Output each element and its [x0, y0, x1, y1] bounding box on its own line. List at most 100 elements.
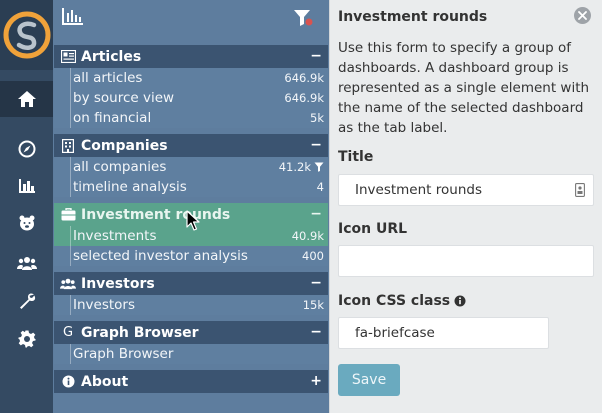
icon-css-class-label: Icon CSS class [338, 293, 466, 309]
compass-icon [18, 140, 35, 158]
dashboard-nav-panel: Articles − all articles 646.9k by source… [53, 0, 329, 413]
item-label: timeline analysis [73, 179, 187, 195]
home-button[interactable] [0, 81, 53, 117]
logo-icon [3, 11, 51, 59]
item-label: Investors [73, 297, 136, 313]
section-header-investors[interactable]: Investors − [54, 272, 328, 295]
discover-button[interactable] [0, 131, 53, 167]
section-header-about[interactable]: About + [54, 370, 328, 393]
dashboard-chart-icon[interactable] [61, 7, 85, 27]
info-circle-icon [60, 374, 76, 390]
gear-icon [18, 330, 35, 348]
section-title: Companies [81, 137, 168, 154]
section-header-companies[interactable]: Companies − [54, 134, 328, 157]
section-header-articles[interactable]: Articles − [54, 45, 328, 68]
dashboard-group-form: Investment rounds Use this form to speci… [329, 0, 602, 413]
item-label: all articles [73, 70, 143, 86]
management-button[interactable] [0, 283, 53, 319]
visualize-button[interactable] [0, 168, 53, 204]
item-count: 40.9k [291, 229, 324, 243]
wrench-icon [19, 293, 35, 309]
nav-item-investors[interactable]: Investors 15k [70, 295, 328, 315]
item-count: 646.9k [284, 91, 324, 105]
icon-url-label: Icon URL [338, 221, 407, 237]
section-title: Articles [81, 48, 142, 65]
nav-item-all-articles[interactable]: all articles 646.9k [70, 68, 328, 88]
nav-item-all-companies[interactable]: all companies 41.2k [70, 157, 328, 177]
save-button[interactable]: Save [338, 364, 400, 396]
section-title: Investment rounds [81, 206, 231, 223]
collapse-toggle[interactable]: − [310, 321, 322, 344]
building-icon [60, 138, 76, 154]
item-label: Investments [73, 228, 157, 244]
briefcase-icon [60, 207, 76, 223]
form-description: Use this form to specify a group of dash… [338, 40, 590, 136]
collapse-toggle[interactable]: − [310, 45, 322, 68]
nav-item-timeline-analysis[interactable]: timeline analysis 4 [70, 177, 328, 197]
collapse-toggle[interactable]: − [310, 203, 322, 226]
section-items: Graph Browser [54, 344, 328, 364]
title-input[interactable]: Investment rounds [338, 174, 594, 206]
nav-section-graph-browser: G Graph Browser − Graph Browser [54, 321, 328, 364]
bear-icon [19, 215, 34, 231]
users-icon [60, 276, 76, 292]
item-label: on financial [73, 110, 152, 126]
section-items: all companies 41.2k timeline analysis 4 [54, 157, 328, 197]
item-count: 400 [302, 249, 324, 263]
section-items: selected investor analysis 400 [54, 246, 328, 266]
left-rail [0, 0, 53, 413]
nav-item-graph-browser[interactable]: Graph Browser [70, 344, 328, 364]
nav-section-investors: Investors − Investors 15k [54, 272, 328, 315]
app-logo[interactable] [0, 0, 53, 70]
section-title: About [81, 373, 129, 390]
newspaper-icon [60, 49, 76, 65]
icon-css-class-input[interactable]: fa-briefcase [338, 317, 549, 349]
item-label: Graph Browser [73, 346, 174, 362]
section-items: Investors 15k [54, 295, 328, 315]
icon-url-input[interactable] [338, 245, 594, 277]
access-control-button[interactable] [0, 245, 53, 281]
expand-toggle[interactable]: + [310, 370, 322, 393]
section-items: all articles 646.9k by source view 646.9… [54, 68, 328, 128]
nav-section-about: About + [54, 370, 328, 393]
item-count: 4 [316, 180, 324, 194]
timelion-button[interactable] [0, 205, 53, 241]
item-count: 646.9k [284, 71, 324, 85]
item-count: 41.2k [278, 160, 311, 174]
mouse-cursor-icon [186, 210, 200, 231]
filter-icon[interactable] [293, 9, 313, 27]
section-header-graph-browser[interactable]: G Graph Browser − [54, 321, 328, 344]
nav-item-on-financial[interactable]: on financial 5k [70, 108, 328, 128]
icon-css-class-input-value: fa-briefcase [355, 325, 435, 341]
section-title: Investors [81, 275, 155, 292]
bar-chart-icon [18, 179, 35, 193]
nav-section-companies: Companies − all companies 41.2k timeline… [54, 134, 328, 197]
collapse-toggle[interactable]: − [310, 134, 322, 157]
form-title: Investment rounds [338, 9, 488, 25]
item-label: all companies [73, 159, 167, 175]
item-label: by source view [73, 90, 175, 106]
title-label-text: Title [338, 149, 374, 165]
item-count: 5k [310, 111, 324, 125]
id-card-icon [575, 183, 585, 197]
nav-item-by-source-view[interactable]: by source view 646.9k [70, 88, 328, 108]
letter-g-icon: G [62, 325, 74, 340]
nav-section-articles: Articles − all articles 646.9k by source… [54, 45, 328, 128]
item-count-with-filter: 41.2k [279, 160, 324, 174]
close-icon [578, 11, 587, 20]
nav-item-selected-investor-analysis[interactable]: selected investor analysis 400 [70, 246, 328, 266]
filter-icon [314, 162, 324, 172]
title-input-value: Investment rounds [355, 182, 482, 198]
item-count: 15k [302, 298, 324, 312]
close-button[interactable] [574, 7, 591, 24]
home-icon [17, 91, 36, 107]
settings-button[interactable] [0, 321, 53, 357]
users-icon [16, 257, 37, 270]
item-label: selected investor analysis [73, 248, 248, 264]
icon-url-label-text: Icon URL [338, 221, 408, 237]
info-circle-icon[interactable] [454, 295, 466, 307]
collapse-toggle[interactable]: − [310, 272, 322, 295]
icon-css-class-label-text: Icon CSS class [338, 293, 451, 309]
title-label: Title [338, 149, 373, 165]
nav-toolbar [53, 0, 329, 45]
